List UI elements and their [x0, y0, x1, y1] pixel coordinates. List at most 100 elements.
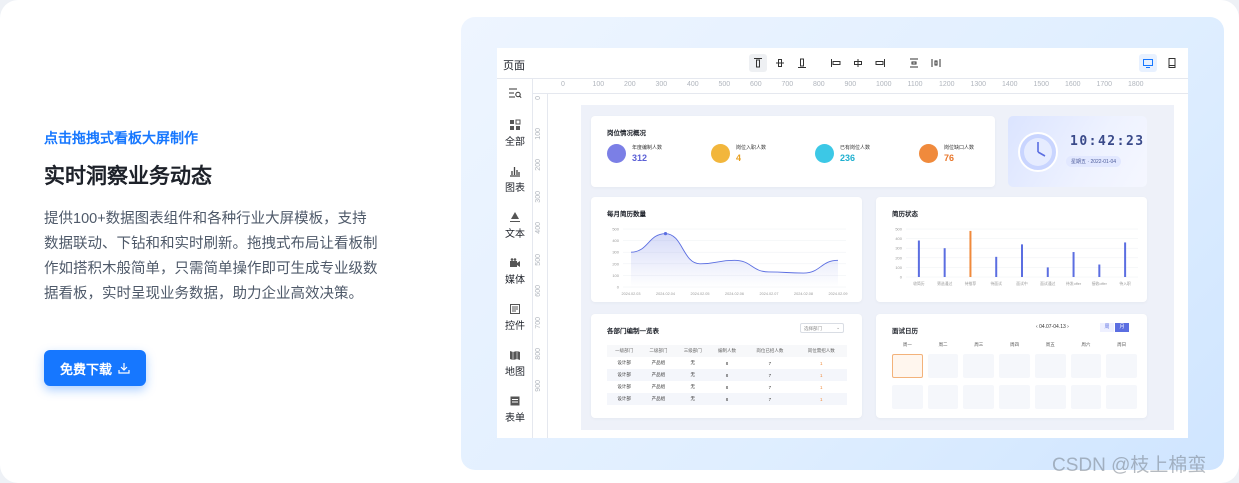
clock-day: 星期五	[1071, 159, 1087, 165]
table-cell: 无	[675, 393, 710, 405]
calendar-cell[interactable]	[963, 354, 995, 379]
table-row[interactable]: 设计部 产品组无 8 7 1	[607, 393, 847, 405]
ruler-tick: 1700	[1096, 81, 1113, 88]
form-icon	[510, 396, 520, 406]
calendar-cell[interactable]	[1070, 384, 1102, 409]
calendar-card[interactable]: 面试日历 ‹ 04.07-04.13 › 周 月 周一 周二 周三 周四 周五 周六 周日	[876, 314, 1147, 418]
sidebar-item-control[interactable]: 控件	[497, 303, 533, 332]
align-center-icon[interactable]	[849, 54, 867, 72]
control-icon	[510, 304, 520, 314]
align-bottom-icon[interactable]	[793, 54, 811, 72]
bar	[969, 230, 972, 277]
table-cell: 无	[675, 369, 710, 381]
monthly-resume-card[interactable]: 每月简历数量 500 400 300 200 100 0 2024.02.03 2024.02…	[591, 197, 862, 302]
table-cell: 设计部	[607, 393, 642, 405]
camera-icon	[510, 258, 520, 267]
x-tick-label: 面试通过	[1040, 281, 1055, 286]
y-tick-label: 100	[895, 265, 902, 270]
sidebar-label: 媒体	[505, 275, 525, 286]
ruler-tick: 200	[624, 81, 636, 88]
y-tick-label: 500	[612, 227, 619, 232]
table-cell: 设计部	[617, 360, 631, 365]
sidebar-item-text[interactable]: 文本	[497, 211, 533, 240]
calendar-cell[interactable]	[927, 354, 959, 379]
table-cell: 产品组	[651, 360, 666, 365]
chevron-down-icon: ⌄	[836, 325, 840, 330]
sidebar-item-all[interactable]: 全部	[497, 119, 533, 148]
resume-status-card[interactable]: 简历状态 500 400 300 200 100 0 收简历 筛选通过 待推荐 待面试 面试中 面试通…	[876, 197, 1147, 302]
bar	[1098, 264, 1101, 277]
calendar-cell[interactable]	[927, 384, 959, 409]
bar-chart-icon	[510, 167, 520, 177]
table-header: 一级部门	[607, 345, 642, 357]
stat-value: 236	[840, 153, 856, 163]
dept-select[interactable]: 选择部门 ⌄	[800, 323, 844, 333]
clock-widget[interactable]: 10:42:23 星期五 · 2022-01-04	[1008, 116, 1147, 187]
overview-card[interactable]: 岗位情况概况 年度编制人数 312 岗位入职人数 4 已有岗位人数 236 岗位缺口人…	[591, 116, 995, 187]
watermark: CSDN @枝上棉蛮	[1052, 455, 1207, 476]
x-tick-label: 收简历	[913, 281, 925, 286]
feature-text: 点击拖拽式看板大屏制作 实时洞察业务动态 提供100+数据图表组件和各种行业大屏…	[44, 128, 384, 307]
dashboard-canvas: 岗位情况概况 年度编制人数 312 岗位入职人数 4 已有岗位人数 236 岗位缺口人…	[581, 105, 1174, 430]
table-row[interactable]: 设计部 产品组无 8 7 1	[607, 381, 847, 393]
calendar-cell[interactable]	[1034, 384, 1066, 409]
align-right-icon[interactable]	[871, 54, 889, 72]
table-cell: 设计部	[617, 384, 631, 389]
calendar-day-header: 周五	[1045, 342, 1055, 347]
x-tick-label: 待发offer	[1066, 281, 1082, 286]
ruler-tick: 600	[535, 285, 542, 297]
calendar-day-header: 周日	[1117, 342, 1127, 347]
calendar-cell[interactable]	[1070, 354, 1102, 379]
align-top-icon[interactable]	[749, 54, 767, 72]
calendar-cell[interactable]	[892, 354, 923, 379]
ruler-tick: 300	[535, 190, 542, 203]
x-tick-label: 2024.02.05	[690, 292, 709, 296]
calendar-cell[interactable]	[892, 384, 923, 409]
sidebar-item-form[interactable]: 表单	[497, 395, 533, 424]
desktop-view-icon[interactable]	[1139, 54, 1157, 72]
overview-title: 岗位情况概况	[607, 130, 646, 137]
ruler-tick: 400	[535, 222, 542, 234]
component-sidebar: 全部 图表 文本 媒体 控件 地图 表单	[497, 79, 533, 438]
calendar-cell[interactable]	[1034, 354, 1066, 379]
ruler-tick: 1400	[1002, 81, 1018, 88]
download-button[interactable]: 免费下载	[44, 350, 146, 386]
x-tick-label: 2024.02.04	[656, 292, 675, 296]
align-tools	[749, 54, 945, 72]
table-row[interactable]: 设计部 产品组无 8 7 1	[607, 357, 847, 369]
area-chart: 500 400 300 200 100 02024.02.03 2024.02.04 2024…	[612, 227, 847, 297]
stat-item: 岗位入职人数 4	[711, 144, 766, 163]
sidebar-item-map[interactable]: 地图	[497, 349, 533, 378]
calendar-cell[interactable]	[1106, 384, 1137, 409]
calendar-range[interactable]: ‹ 04.07-04.13 ›	[1036, 324, 1069, 330]
calendar-day-header: 周三	[974, 342, 984, 347]
x-tick-label: 待面试	[991, 281, 1003, 286]
table-cell: 1	[820, 384, 823, 390]
ruler-tick: 1300	[970, 81, 987, 88]
align-middle-icon[interactable]	[771, 54, 789, 72]
calendar-cell[interactable]	[999, 354, 1030, 379]
distribute-vertical-icon[interactable]	[905, 54, 923, 72]
sidebar-item-media[interactable]: 媒体	[497, 257, 533, 286]
mobile-view-icon[interactable]	[1163, 54, 1181, 72]
x-tick-label: 2024.02.07	[759, 292, 778, 296]
sidebar-search[interactable]	[497, 87, 533, 101]
bar	[943, 248, 946, 277]
align-left-icon[interactable]	[827, 54, 845, 72]
table-cell: 产品组	[641, 393, 676, 405]
ruler-tick: 100	[535, 127, 542, 140]
ruler-vertical: 0 100 200 300 400 500 600 700 800 900	[533, 94, 548, 438]
dept-table-card[interactable]: 各部门编制一览表 选择部门 ⌄ 一级部门 二级部门 三级部门 编制人数 岗位已招人…	[591, 314, 862, 418]
calendar-cell[interactable]	[963, 384, 995, 409]
distribute-horizontal-icon[interactable]	[927, 54, 945, 72]
people-icon	[919, 144, 938, 163]
stat-item: 已有岗位人数 236	[815, 144, 870, 163]
calendar-cell[interactable]	[999, 384, 1030, 409]
sidebar-item-chart[interactable]: 图表	[497, 165, 533, 194]
month-toggle[interactable]: 月	[1115, 323, 1129, 332]
table-header: 二级部门	[641, 345, 676, 357]
people-icon	[711, 144, 730, 163]
calendar-cell[interactable]	[1106, 354, 1137, 379]
week-toggle[interactable]: 周	[1100, 323, 1114, 332]
table-row[interactable]: 设计部 产品组无 8 7 1	[607, 369, 847, 381]
